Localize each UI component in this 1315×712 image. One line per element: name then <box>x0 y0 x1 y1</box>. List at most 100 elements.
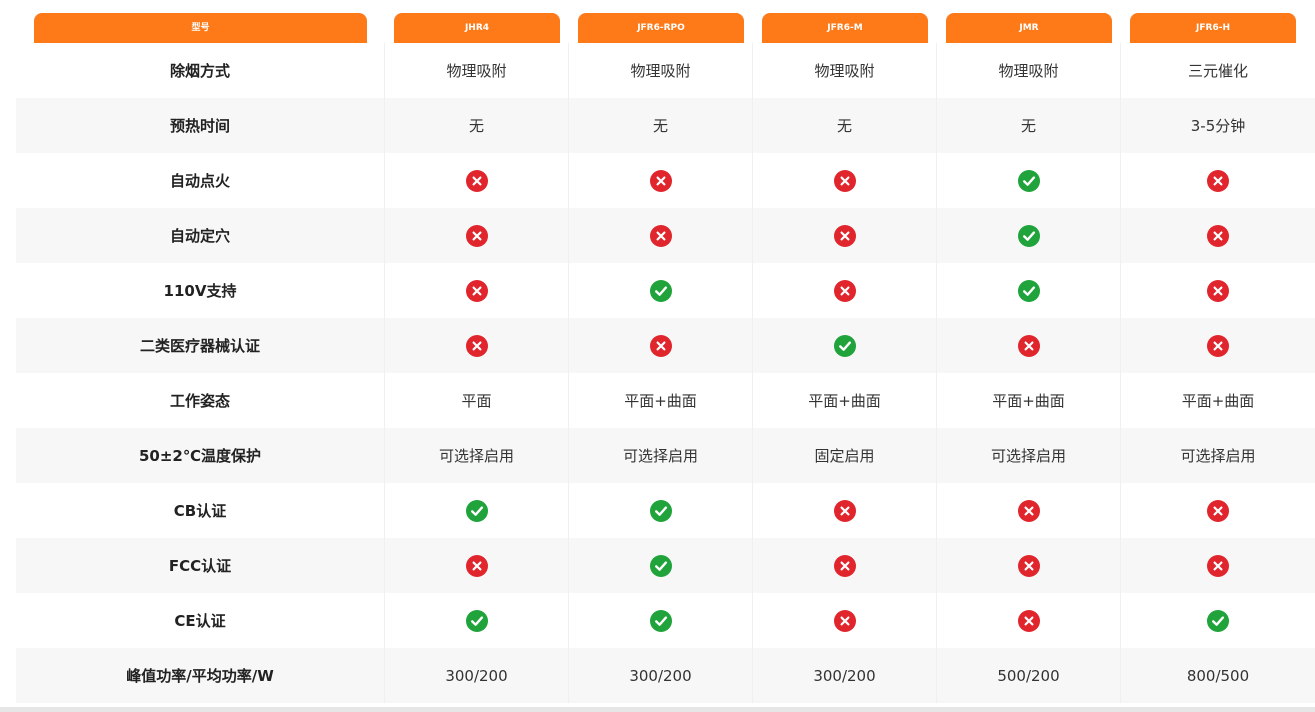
x-circle-icon <box>465 169 488 192</box>
x-circle-icon <box>1207 169 1229 192</box>
value-cell: 可选择启用 <box>569 428 753 483</box>
x-circle-icon <box>1207 334 1229 357</box>
mark-cell <box>937 153 1121 208</box>
value-cell: 可选择启用 <box>937 428 1121 483</box>
header-cell-model: JFR6-M <box>753 13 937 43</box>
header-cell-label: 型号 <box>16 13 385 43</box>
row-label: 工作姿态 <box>16 373 385 428</box>
value-cell: 可选择启用 <box>385 428 569 483</box>
row-label: FCC认证 <box>16 538 385 593</box>
mark-cell <box>1121 483 1315 538</box>
value-cell: 无 <box>385 98 569 153</box>
x-circle-icon <box>833 554 856 577</box>
header-cell-model: JHR4 <box>385 13 569 43</box>
mark-cell <box>937 538 1121 593</box>
value-cell: 300/200 <box>569 648 753 703</box>
header-cell-model: JFR6-RPO <box>569 13 753 43</box>
value-cell: 300/200 <box>385 648 569 703</box>
row-label: 50±2℃温度保护 <box>16 428 385 483</box>
table-row: 预热时间无无无无 3-5分钟 <box>16 98 1315 153</box>
x-circle-icon <box>1207 224 1229 247</box>
mark-cell <box>385 208 569 263</box>
x-circle-icon <box>649 169 672 192</box>
mark-cell <box>569 318 753 373</box>
mark-cell <box>937 208 1121 263</box>
header-cell-model: JFR6-H <box>1121 13 1315 43</box>
row-label: 预热时间 <box>16 98 385 153</box>
mark-cell <box>385 153 569 208</box>
row-label: CE认证 <box>16 593 385 648</box>
mark-cell <box>753 593 937 648</box>
check-circle-icon <box>465 609 488 632</box>
x-circle-icon <box>833 224 856 247</box>
check-circle-icon <box>649 609 672 632</box>
check-circle-icon <box>649 499 672 522</box>
value-cell: 物理吸附 <box>385 43 569 98</box>
mark-cell <box>937 318 1121 373</box>
check-circle-icon <box>1017 224 1040 247</box>
value-cell: 物理吸附 <box>937 43 1121 98</box>
check-circle-icon <box>833 334 856 357</box>
value-cell: 平面+曲面 <box>937 373 1121 428</box>
mark-cell <box>1121 318 1315 373</box>
value-cell: 300/200 <box>753 648 937 703</box>
mark-cell <box>1121 263 1315 318</box>
header-row: 型号 JHR4 JFR6-RPO JFR6-M JMR JFR6-H <box>16 13 1315 43</box>
mark-cell <box>385 483 569 538</box>
x-circle-icon <box>465 224 488 247</box>
x-circle-icon <box>1207 499 1229 522</box>
check-circle-icon <box>649 554 672 577</box>
x-circle-icon <box>1207 554 1229 577</box>
header-label: 型号 <box>34 13 367 43</box>
mark-cell <box>569 153 753 208</box>
row-label: 110V支持 <box>16 263 385 318</box>
x-circle-icon <box>833 169 856 192</box>
value-cell: 三元催化 <box>1121 43 1315 98</box>
header-model-jfr6-m: JFR6-M <box>762 13 928 43</box>
mark-cell <box>753 153 937 208</box>
table-row: CE认证 <box>16 593 1315 648</box>
table-row: 110V支持 <box>16 263 1315 318</box>
check-circle-icon <box>1017 169 1040 192</box>
x-circle-icon <box>1017 334 1040 357</box>
mark-cell <box>753 318 937 373</box>
value-cell: 800/500 <box>1121 648 1315 703</box>
value-cell: 3-5分钟 <box>1121 98 1315 153</box>
table-row: 除烟方式 物理吸附 物理吸附 物理吸附 物理吸附 三元催化 <box>16 43 1315 98</box>
x-circle-icon <box>833 279 856 302</box>
check-circle-icon <box>1017 279 1040 302</box>
check-circle-icon <box>465 499 488 522</box>
mark-cell <box>753 263 937 318</box>
row-label: 自动定穴 <box>16 208 385 263</box>
mark-cell <box>385 593 569 648</box>
mark-cell <box>1121 593 1315 648</box>
x-circle-icon <box>465 334 488 357</box>
mark-cell <box>753 538 937 593</box>
mark-cell <box>1121 153 1315 208</box>
comparison-table: 型号 JHR4 JFR6-RPO JFR6-M JMR JFR6-H 除烟方式 … <box>16 13 1315 703</box>
table-row: 50±2℃温度保护 可选择启用 可选择启用 固定启用 可选择启用 可选择启用 <box>16 428 1315 483</box>
header-cell-model: JMR <box>937 13 1121 43</box>
mark-cell <box>937 593 1121 648</box>
mark-cell <box>937 483 1121 538</box>
mark-cell <box>1121 208 1315 263</box>
x-circle-icon <box>833 609 856 632</box>
value-cell: 无 <box>937 98 1121 153</box>
value-cell: 固定启用 <box>753 428 937 483</box>
mark-cell <box>937 263 1121 318</box>
row-label: 二类医疗器械认证 <box>16 318 385 373</box>
value-cell: 平面 <box>385 373 569 428</box>
value-cell: 平面+曲面 <box>569 373 753 428</box>
mark-cell <box>569 593 753 648</box>
table-row: CB认证 <box>16 483 1315 538</box>
row-label: CB认证 <box>16 483 385 538</box>
value-cell: 平面+曲面 <box>1121 373 1315 428</box>
table-row: 自动点火 <box>16 153 1315 208</box>
x-circle-icon <box>833 499 856 522</box>
table-row: FCC认证 <box>16 538 1315 593</box>
value-cell: 物理吸附 <box>753 43 937 98</box>
value-cell: 无 <box>753 98 937 153</box>
mark-cell <box>569 483 753 538</box>
mark-cell <box>385 538 569 593</box>
value-cell: 平面+曲面 <box>753 373 937 428</box>
